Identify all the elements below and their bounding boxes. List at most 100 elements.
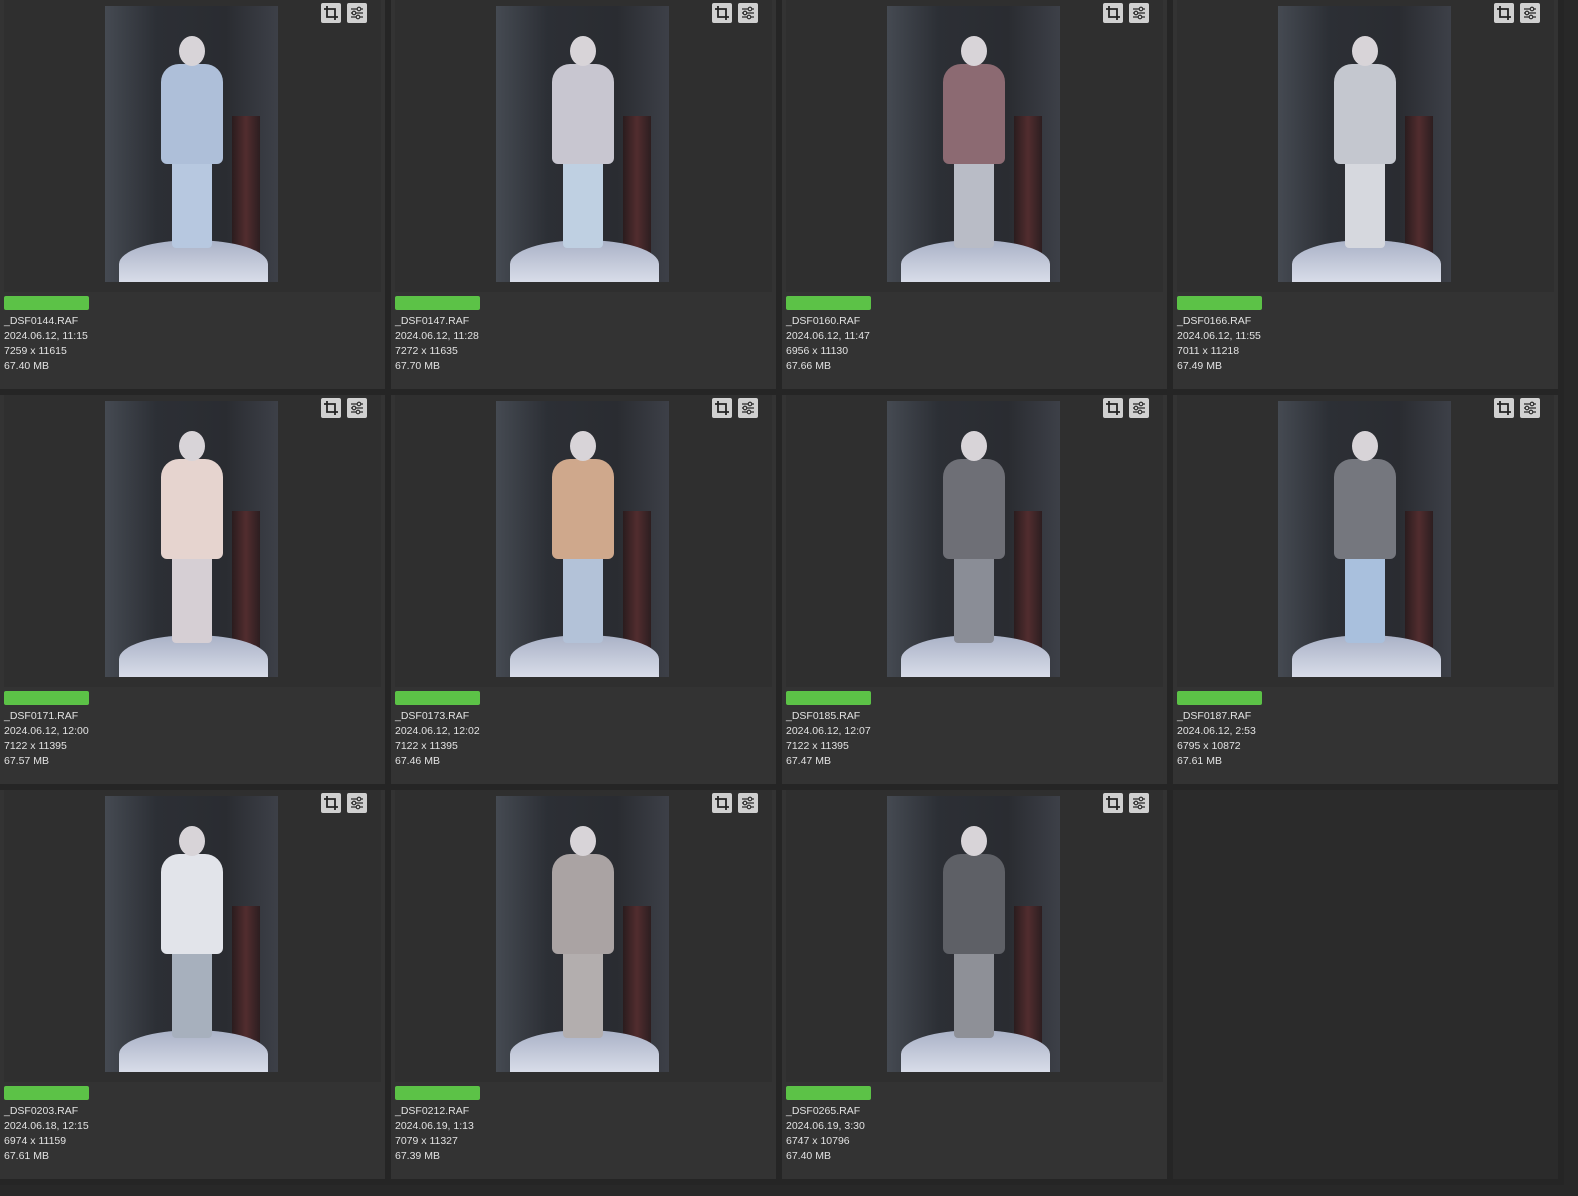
- adjustments-icon[interactable]: [1520, 398, 1540, 418]
- crop-icon[interactable]: [1103, 3, 1123, 23]
- adjustments-icon[interactable]: [1520, 3, 1540, 23]
- capture-date: 2024.06.12, 11:28: [395, 330, 479, 342]
- photo-thumbnail[interactable]: [496, 796, 669, 1072]
- image-dimensions: 6795 x 10872: [1177, 740, 1241, 752]
- file-name: _DSF0187.RAF: [1177, 710, 1252, 722]
- crop-icon[interactable]: [1494, 3, 1514, 23]
- thumbnail-cell[interactable]: _DSF0171.RAF 2024.06.12, 12:00 7122 x 11…: [0, 395, 391, 790]
- image-dimensions: 7011 x 11218: [1177, 345, 1240, 357]
- file-size: 67.40 MB: [786, 1150, 831, 1162]
- crop-icon[interactable]: [712, 3, 732, 23]
- crop-icon[interactable]: [1103, 398, 1123, 418]
- color-label-green: [395, 1086, 480, 1100]
- file-metadata: _DSF0171.RAF 2024.06.12, 12:00 7122 x 11…: [4, 709, 89, 769]
- thumbnail-cell[interactable]: _DSF0173.RAF 2024.06.12, 12:02 7122 x 11…: [391, 395, 782, 790]
- photo-thumbnail[interactable]: [1278, 401, 1451, 677]
- thumbnail-cell[interactable]: _DSF0166.RAF 2024.06.12, 11:55 7011 x 11…: [1173, 0, 1564, 395]
- image-dimensions: 6747 x 10796: [786, 1135, 850, 1147]
- capture-date: 2024.06.19, 1:13: [395, 1120, 474, 1132]
- image-dimensions: 7079 x 11327: [395, 1135, 458, 1147]
- image-dimensions: 7122 x 11395: [4, 740, 67, 752]
- thumbnail-preview[interactable]: [786, 395, 1163, 687]
- thumbnail-cell[interactable]: _DSF0265.RAF 2024.06.19, 3:30 6747 x 107…: [782, 790, 1173, 1185]
- thumbnail-cell[interactable]: _DSF0212.RAF 2024.06.19, 1:13 7079 x 113…: [391, 790, 782, 1185]
- photo-thumbnail[interactable]: [1278, 6, 1451, 282]
- adjustments-icon[interactable]: [738, 793, 758, 813]
- file-name: _DSF0212.RAF: [395, 1105, 470, 1117]
- photo-thumbnail[interactable]: [887, 401, 1060, 677]
- thumbnail-preview[interactable]: [4, 790, 381, 1082]
- empty-cell: [1173, 790, 1564, 1185]
- thumbnail-preview[interactable]: [786, 790, 1163, 1082]
- thumbnail-preview[interactable]: [1177, 395, 1554, 687]
- adjustments-icon[interactable]: [347, 3, 367, 23]
- file-size: 67.49 MB: [1177, 360, 1222, 372]
- capture-date: 2024.06.12, 12:02: [395, 725, 480, 737]
- crop-icon[interactable]: [321, 398, 341, 418]
- crop-icon[interactable]: [321, 3, 341, 23]
- thumbnail-grid: _DSF0144.RAF 2024.06.12, 11:15 7259 x 11…: [0, 0, 1578, 1196]
- thumbnail-preview[interactable]: [786, 0, 1163, 292]
- photo-thumbnail[interactable]: [496, 401, 669, 677]
- file-metadata: _DSF0187.RAF 2024.06.12, 2:53 6795 x 108…: [1177, 709, 1256, 769]
- thumbnail-preview[interactable]: [4, 395, 381, 687]
- photo-thumbnail[interactable]: [105, 401, 278, 677]
- image-dimensions: 7259 x 11615: [4, 345, 67, 357]
- file-metadata: _DSF0173.RAF 2024.06.12, 12:02 7122 x 11…: [395, 709, 480, 769]
- capture-date: 2024.06.19, 3:30: [786, 1120, 865, 1132]
- adjustments-icon[interactable]: [1129, 793, 1149, 813]
- thumbnail-cell[interactable]: _DSF0185.RAF 2024.06.12, 12:07 7122 x 11…: [782, 395, 1173, 790]
- thumbnail-cell[interactable]: _DSF0147.RAF 2024.06.12, 11:28 7272 x 11…: [391, 0, 782, 395]
- adjustments-icon[interactable]: [347, 793, 367, 813]
- file-name: _DSF0166.RAF: [1177, 315, 1252, 327]
- thumbnail-cell[interactable]: _DSF0144.RAF 2024.06.12, 11:15 7259 x 11…: [0, 0, 391, 395]
- crop-icon[interactable]: [1494, 398, 1514, 418]
- photo-thumbnail[interactable]: [105, 6, 278, 282]
- thumbnail-tools: [712, 3, 758, 23]
- adjustments-icon[interactable]: [1129, 3, 1149, 23]
- file-size: 67.57 MB: [4, 755, 49, 767]
- thumbnail-tools: [712, 793, 758, 813]
- thumbnail-cell[interactable]: _DSF0160.RAF 2024.06.12, 11:47 6956 x 11…: [782, 0, 1173, 395]
- color-label-green: [1177, 296, 1262, 310]
- color-label-green: [395, 296, 480, 310]
- crop-icon[interactable]: [321, 793, 341, 813]
- color-label-green: [786, 1086, 871, 1100]
- file-size: 67.61 MB: [1177, 755, 1222, 767]
- adjustments-icon[interactable]: [738, 3, 758, 23]
- color-label-green: [786, 691, 871, 705]
- thumbnail-cell[interactable]: _DSF0203.RAF 2024.06.18, 12:15 6974 x 11…: [0, 790, 391, 1185]
- adjustments-icon[interactable]: [738, 398, 758, 418]
- adjustments-icon[interactable]: [1129, 398, 1149, 418]
- image-dimensions: 6956 x 11130: [786, 345, 849, 357]
- thumbnail-preview[interactable]: [1177, 0, 1554, 292]
- color-label-green: [4, 691, 89, 705]
- crop-icon[interactable]: [1103, 793, 1123, 813]
- capture-date: 2024.06.12, 12:00: [4, 725, 89, 737]
- thumbnail-preview[interactable]: [395, 790, 772, 1082]
- adjustments-icon[interactable]: [347, 398, 367, 418]
- file-name: _DSF0265.RAF: [786, 1105, 861, 1117]
- thumbnail-preview[interactable]: [4, 0, 381, 292]
- file-size: 67.39 MB: [395, 1150, 440, 1162]
- crop-icon[interactable]: [712, 398, 732, 418]
- thumbnail-preview[interactable]: [395, 0, 772, 292]
- file-name: _DSF0203.RAF: [4, 1105, 79, 1117]
- thumbnail-tools: [1494, 398, 1540, 418]
- thumbnail-preview[interactable]: [395, 395, 772, 687]
- file-name: _DSF0171.RAF: [4, 710, 79, 722]
- file-name: _DSF0185.RAF: [786, 710, 861, 722]
- thumbnail-tools: [321, 3, 367, 23]
- photo-thumbnail[interactable]: [887, 6, 1060, 282]
- file-metadata: _DSF0203.RAF 2024.06.18, 12:15 6974 x 11…: [4, 1104, 89, 1164]
- color-label-green: [395, 691, 480, 705]
- thumbnail-cell[interactable]: _DSF0187.RAF 2024.06.12, 2:53 6795 x 108…: [1173, 395, 1564, 790]
- capture-date: 2024.06.18, 12:15: [4, 1120, 89, 1132]
- capture-date: 2024.06.12, 11:47: [786, 330, 870, 342]
- photo-thumbnail[interactable]: [887, 796, 1060, 1072]
- file-metadata: _DSF0147.RAF 2024.06.12, 11:28 7272 x 11…: [395, 314, 479, 374]
- photo-thumbnail[interactable]: [496, 6, 669, 282]
- crop-icon[interactable]: [712, 793, 732, 813]
- capture-date: 2024.06.12, 2:53: [1177, 725, 1256, 737]
- photo-thumbnail[interactable]: [105, 796, 278, 1072]
